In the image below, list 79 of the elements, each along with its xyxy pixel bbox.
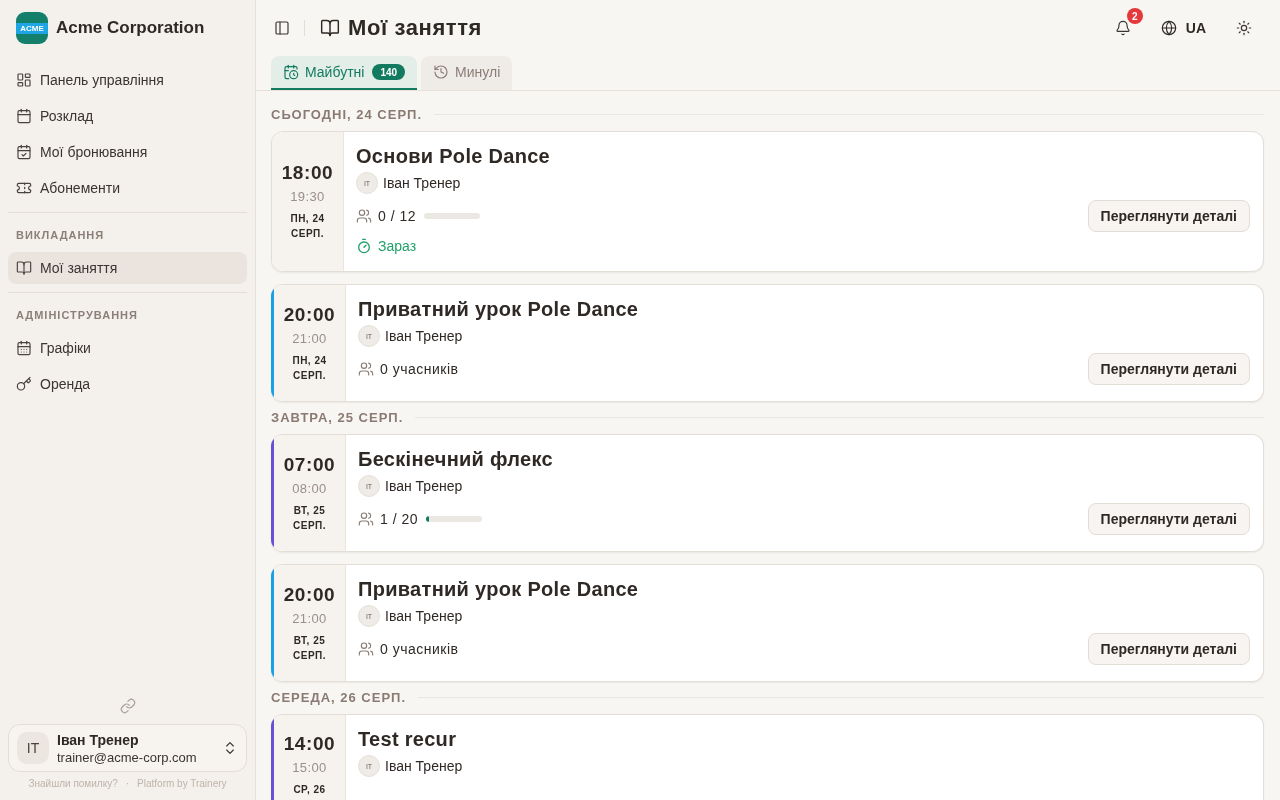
class-date: ПН, 24 СЕРП. [289, 212, 326, 241]
nav-section-heading: АДМІНІСТРУВАННЯ [15, 308, 139, 323]
brand-name: Acme Corporation [56, 18, 205, 38]
class-date: ПН, 24 СЕРП. [291, 353, 328, 383]
sun-icon [1236, 20, 1252, 36]
language-button[interactable]: UA [1152, 12, 1214, 44]
class-date: ВТ, 25 СЕРП. [292, 633, 327, 663]
start-time: 20:00 [283, 303, 336, 326]
class-title: Test recur [358, 727, 458, 751]
users-icon [356, 208, 372, 224]
user-card[interactable]: IT Іван Тренер trainer@acme-corp.com [8, 724, 247, 772]
trainer-name: Іван Тренер [385, 758, 463, 774]
calendar-icon [16, 108, 32, 124]
nav-item[interactable]: Графіки [8, 332, 247, 364]
users-icon [358, 641, 374, 657]
footer-separator: · [125, 778, 130, 790]
class-title: Приватний урок Pole Dance [358, 577, 640, 601]
panel-left-icon [274, 20, 290, 36]
trainer-name: Іван Тренер [383, 175, 461, 191]
users-icon [358, 511, 374, 527]
trainer-name: Іван Тренер [385, 478, 463, 494]
view-details-button[interactable]: Переглянути деталі [1087, 200, 1250, 232]
class-date: СР, 26 [292, 783, 327, 797]
view-details-button[interactable]: Переглянути деталі [1087, 633, 1250, 665]
ticket-icon [16, 180, 32, 196]
user-name: Іван Тренер [57, 731, 140, 748]
key-icon [16, 376, 32, 392]
end-time: 21:00 [292, 330, 327, 346]
page-title: Мої заняття [348, 15, 483, 41]
link-icon[interactable] [119, 698, 136, 714]
history-icon [433, 64, 450, 80]
end-time: 15:00 [292, 760, 327, 775]
view-details-button[interactable]: Переглянути деталі [1087, 353, 1250, 385]
bell-icon [1114, 20, 1131, 36]
start-time: 20:00 [283, 583, 336, 606]
view-details-button[interactable]: Переглянути деталі [1087, 503, 1250, 535]
class-title: Основи Pole Dance [356, 144, 552, 168]
end-time: 08:00 [292, 480, 327, 496]
status-label: Зараз [378, 238, 417, 254]
book-icon [16, 260, 32, 276]
class-title: Бескінечний флекс [358, 447, 554, 471]
calendar-icon [16, 340, 32, 356]
book-icon [320, 18, 340, 38]
end-time: 21:00 [292, 610, 327, 626]
date-heading: СЬОГОДНІ, 24 СЕРП. [271, 106, 423, 122]
date-heading: СЕРЕДА, 26 СЕРП. [271, 689, 407, 705]
dashboard-icon [16, 72, 32, 88]
nav-section-heading: ВИКЛАДАННЯ [15, 228, 106, 243]
trainer-name: Іван Тренер [385, 608, 463, 624]
date-heading: ЗАВТРА, 25 СЕРП. [271, 409, 404, 425]
end-time: 19:30 [290, 189, 325, 204]
calendar-clock-icon [283, 64, 299, 80]
class-title: Приватний урок Pole Dance [358, 297, 640, 321]
user-email: trainer@acme-corp.com [57, 749, 197, 765]
globe-icon [1160, 20, 1177, 36]
nav-item[interactable]: Розклад [8, 100, 247, 132]
brand-logo: ACME [16, 12, 48, 44]
tab-count-badge: 140 [372, 64, 406, 80]
class-date: ВТ, 25 СЕРП. [292, 503, 327, 533]
nav-item[interactable]: Мої бронювання [8, 136, 247, 168]
user-avatar: IT [17, 732, 49, 764]
nav-item[interactable]: Панель управління [8, 64, 247, 96]
users-icon [358, 361, 374, 377]
start-time: 07:00 [283, 453, 336, 476]
trainer-name: Іван Тренер [385, 328, 463, 344]
participants-count: 0 учасників [380, 361, 459, 377]
participants-count: 0 учасників [380, 641, 459, 657]
capacity-count: 1 / 20 [380, 511, 419, 527]
capacity-count: 0 / 12 [378, 208, 417, 224]
nav-item[interactable]: Оренда [8, 368, 247, 400]
start-time: 18:00 [281, 162, 334, 184]
tab[interactable]: Майбутні 140 [271, 56, 418, 90]
capacity-bar [424, 213, 481, 219]
notification-badge: 2 [1126, 8, 1143, 24]
nav-item[interactable]: Абонементи [8, 172, 247, 204]
calendar-check-icon [16, 144, 32, 160]
start-time: 14:00 [283, 733, 336, 755]
nav-item[interactable]: Мої заняття [8, 252, 247, 284]
timer-icon [356, 238, 372, 254]
